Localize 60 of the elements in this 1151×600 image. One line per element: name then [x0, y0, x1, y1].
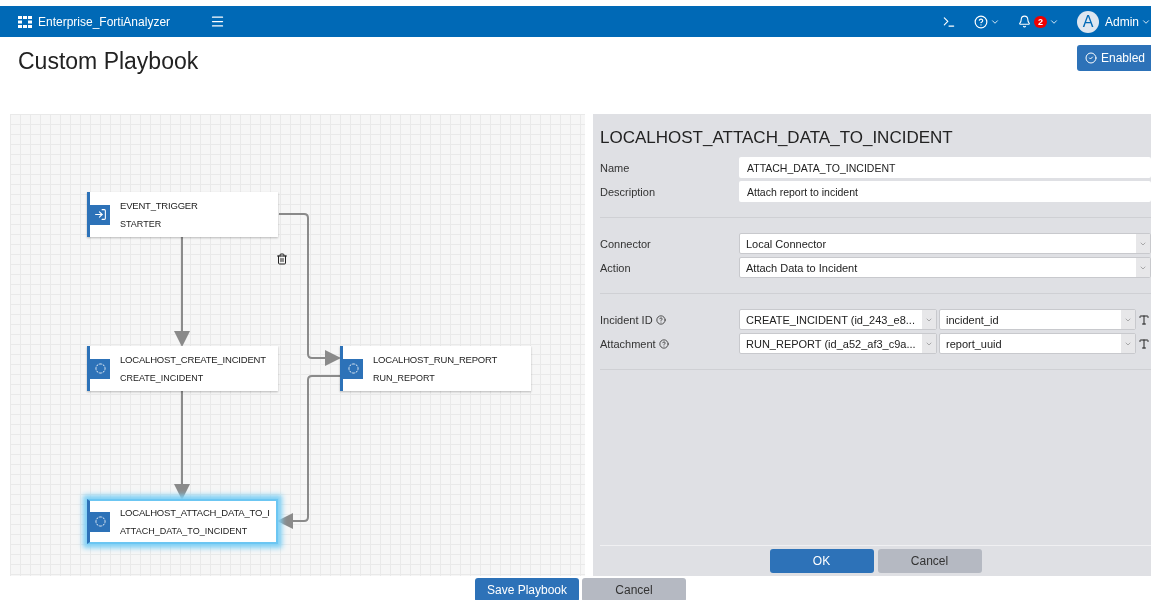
- field-label: Action: [600, 261, 631, 274]
- menu-button[interactable]: [210, 14, 225, 29]
- field-select[interactable]: incident_id: [939, 309, 1136, 330]
- node-title: LOCALHOST_CREATE_INCIDENT: [120, 354, 266, 365]
- select-field[interactable]: Local Connector: [739, 233, 1151, 254]
- select-field[interactable]: Attach Data to Incident: [739, 257, 1151, 278]
- terminal-icon: [941, 14, 956, 29]
- circle-icon: [94, 363, 106, 374]
- notifications-button[interactable]: 2: [1017, 15, 1059, 28]
- page-title: Custom Playbook: [18, 48, 199, 75]
- caret-icon: [1121, 334, 1135, 353]
- field-label: Attachment: [600, 337, 656, 350]
- text-field[interactable]: Attach report to incident: [739, 181, 1151, 202]
- help-icon: [658, 338, 669, 349]
- field-label: Description: [600, 185, 656, 198]
- circle-icon: [347, 363, 359, 374]
- circle-icon: [94, 516, 106, 527]
- help-icon: [973, 14, 988, 29]
- logo-icon: [18, 15, 32, 28]
- bell-icon: [1017, 15, 1031, 28]
- field-label: Connector: [600, 237, 651, 250]
- help-icon: [655, 314, 666, 325]
- source-select[interactable]: RUN_REPORT (id_a52_af3_c9a...: [739, 333, 937, 354]
- node-title: EVENT_TRIGGER: [120, 200, 198, 211]
- menu-icon: [210, 14, 225, 29]
- playbook-node[interactable]: LOCALHOST_CREATE_INCIDENT CREATE_INCIDENT: [87, 346, 278, 391]
- save-button[interactable]: Save Playbook: [475, 578, 579, 600]
- source-select[interactable]: CREATE_INCIDENT (id_243_e8...: [739, 309, 937, 330]
- terminal-button[interactable]: [941, 14, 956, 29]
- panel-title: LOCALHOST_ATTACH_DATA_TO_INCIDENT: [600, 128, 954, 148]
- cancel-button[interactable]: Cancel: [877, 549, 982, 573]
- caret-icon: [922, 334, 936, 353]
- caret-icon: [922, 310, 936, 329]
- user-menu[interactable]: A Admin: [1077, 10, 1151, 33]
- check-icon: [1084, 52, 1097, 64]
- user-avatar: A: [1077, 10, 1099, 33]
- field-label: Name: [600, 161, 630, 174]
- text-format-icon[interactable]: [1138, 337, 1150, 350]
- enabled-button[interactable]: Enabled: [1076, 45, 1151, 71]
- notification-count: 2: [1033, 15, 1047, 28]
- cancel-button[interactable]: Cancel: [582, 578, 686, 600]
- node-title: LOCALHOST_RUN_REPORT: [373, 354, 498, 365]
- node-subtitle: STARTER: [120, 219, 163, 229]
- product-name: Enterprise_FortiAnalyzer: [38, 14, 171, 29]
- playbook-node[interactable]: LOCALHOST_RUN_REPORT RUN_REPORT: [340, 346, 531, 391]
- help-button[interactable]: [973, 14, 1000, 29]
- field-select[interactable]: report_uuid: [939, 333, 1136, 354]
- caret-icon: [1121, 310, 1135, 329]
- playbook-node[interactable]: LOCALHOST_ATTACH_DATA_TO_I ATTACH_DATA_TO_INCIDENT: [87, 499, 278, 544]
- field-label: Incident ID: [600, 313, 653, 326]
- node-title: LOCALHOST_ATTACH_DATA_TO_I: [120, 507, 270, 518]
- playbook-node[interactable]: EVENT_TRIGGER STARTER: [87, 192, 278, 237]
- node-subtitle: ATTACH_DATA_TO_INCIDENT: [120, 526, 249, 536]
- ok-button[interactable]: OK: [769, 549, 874, 573]
- node-subtitle: CREATE_INCIDENT: [120, 373, 205, 383]
- text-field[interactable]: ATTACH_DATA_TO_INCIDENT: [739, 157, 1151, 178]
- node-subtitle: RUN_REPORT: [373, 373, 436, 383]
- delete-icon[interactable]: [276, 253, 288, 265]
- text-format-icon[interactable]: [1138, 313, 1150, 326]
- enter-icon: [93, 208, 107, 221]
